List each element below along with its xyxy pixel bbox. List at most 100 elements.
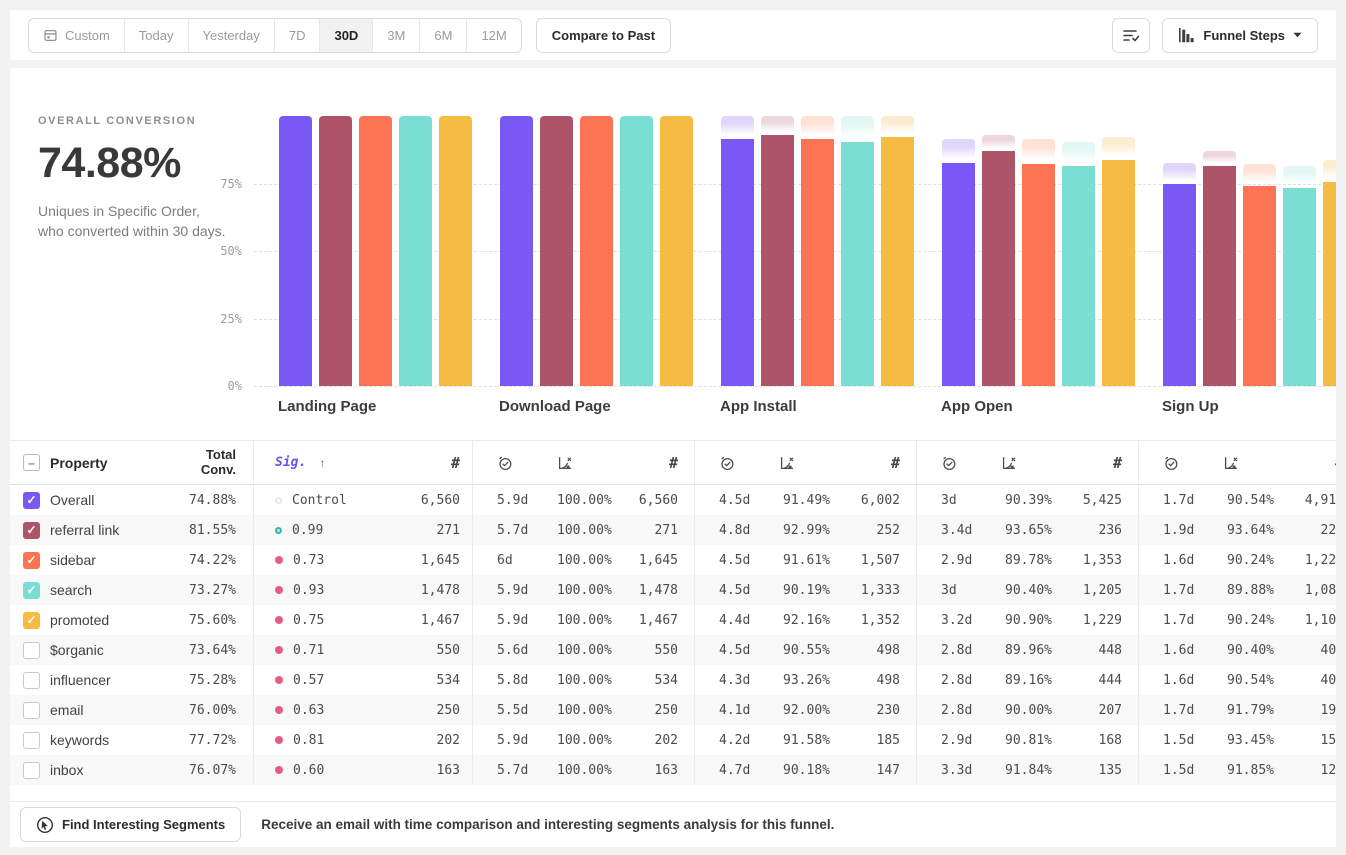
time-to-convert-value: 3.3d xyxy=(917,763,1001,778)
funnel-bar[interactable] xyxy=(500,116,533,386)
row-checkbox[interactable]: ✓ xyxy=(23,612,40,629)
time-to-convert-value: 4.2d xyxy=(695,733,779,748)
conversion-rate-value: 89.96% xyxy=(1001,643,1052,658)
funnel-bar[interactable] xyxy=(1163,184,1196,386)
step-count-value: 163 xyxy=(608,763,694,778)
funnel-steps-label: Funnel Steps xyxy=(1203,28,1285,43)
step-count-value: 1,083 xyxy=(1274,583,1336,598)
step-block: 4.1d92.00%230 xyxy=(694,695,916,725)
conversion-rate-value: 100.00% xyxy=(557,553,608,568)
row-checkbox[interactable] xyxy=(23,762,40,779)
step-count-value: 1,507 xyxy=(830,553,916,568)
funnel-bar[interactable] xyxy=(721,139,754,386)
property-name: influencer xyxy=(50,672,170,688)
conversion-rate-value: 93.45% xyxy=(1223,733,1274,748)
step-block: 5.5d100.00%250 xyxy=(472,695,694,725)
time-to-convert-column-header[interactable] xyxy=(695,455,779,471)
row-checkbox[interactable]: ✓ xyxy=(23,492,40,509)
funnel-bar[interactable] xyxy=(660,116,693,386)
funnel-bar[interactable] xyxy=(982,151,1015,386)
select-all-checkbox[interactable]: – xyxy=(23,454,40,471)
row-checkbox[interactable] xyxy=(23,672,40,689)
step-count-column-header[interactable]: # xyxy=(830,454,916,472)
step-block-header: # xyxy=(916,441,1138,484)
date-range-30d[interactable]: 30D xyxy=(319,19,372,52)
funnel-bar[interactable] xyxy=(881,137,914,386)
funnel-bar[interactable] xyxy=(580,116,613,386)
funnel-bar[interactable] xyxy=(841,142,874,386)
date-range-7d[interactable]: 7D xyxy=(274,19,320,52)
date-range-3m[interactable]: 3M xyxy=(372,19,419,52)
funnel-bar[interactable] xyxy=(1062,166,1095,386)
conversion-rate-value: 90.18% xyxy=(779,763,830,778)
sig-block: 0.57534 xyxy=(253,665,472,695)
step-count-value: 498 xyxy=(830,643,916,658)
row-checkbox-cell: ✓ xyxy=(10,582,50,599)
date-range-yesterday[interactable]: Yesterday xyxy=(188,19,274,52)
step-count-column-header[interactable]: # xyxy=(1052,454,1138,472)
time-to-convert-value: 5.9d xyxy=(473,613,557,628)
funnel-bar[interactable] xyxy=(319,116,352,386)
sig-column-header[interactable]: Sig.↑ xyxy=(254,455,377,470)
entries-count-column-header[interactable]: # xyxy=(377,454,472,472)
date-range-6m[interactable]: 6M xyxy=(419,19,466,52)
funnel-bar[interactable] xyxy=(439,116,472,386)
total-conversion-value: 75.60% xyxy=(170,613,253,628)
time-to-convert-value: 5.6d xyxy=(473,643,557,658)
find-interesting-segments-button[interactable]: Find Interesting Segments xyxy=(20,807,241,842)
time-to-convert-value: 1.7d xyxy=(1139,583,1223,598)
funnel-bar[interactable] xyxy=(1102,160,1135,386)
step-count-column-header[interactable]: # xyxy=(608,454,694,472)
row-checkbox[interactable] xyxy=(23,702,40,719)
conversion-rate-column-header[interactable] xyxy=(779,455,830,471)
funnel-bar[interactable] xyxy=(942,163,975,386)
date-range-today[interactable]: Today xyxy=(124,19,188,52)
conversion-rate-icon xyxy=(557,455,608,471)
funnel-bar[interactable] xyxy=(279,116,312,386)
step-block: 1.7d91.79%190 xyxy=(1138,695,1336,725)
funnel-bar[interactable] xyxy=(359,116,392,386)
row-checkbox[interactable]: ✓ xyxy=(23,522,40,539)
compare-to-past-button[interactable]: Compare to Past xyxy=(536,18,671,53)
funnel-bar[interactable] xyxy=(1323,182,1336,386)
step-block: 1.5d91.85%124 xyxy=(1138,755,1336,785)
funnel-bar[interactable] xyxy=(540,116,573,386)
funnel-bar[interactable] xyxy=(1243,186,1276,386)
time-to-convert-column-header[interactable] xyxy=(473,455,557,471)
funnel-steps-dropdown[interactable]: Funnel Steps xyxy=(1162,18,1318,53)
date-range-custom[interactable]: Custom xyxy=(29,19,124,52)
step-count-column-header[interactable]: # xyxy=(1274,454,1336,472)
time-to-convert-value: 5.7d xyxy=(473,763,557,778)
conversion-rate-column-header[interactable] xyxy=(1223,455,1274,471)
step-count-value: 4,912 xyxy=(1274,493,1336,508)
total-conv-column-header[interactable]: Total Conv. xyxy=(170,448,253,478)
count-icon: # xyxy=(891,454,900,472)
funnel-bar[interactable] xyxy=(1283,188,1316,386)
conversion-rate-value: 100.00% xyxy=(557,673,608,688)
time-to-convert-value: 2.8d xyxy=(917,703,1001,718)
funnel-bar[interactable] xyxy=(1022,164,1055,386)
row-checkbox[interactable]: ✓ xyxy=(23,552,40,569)
sig-value: 0.73 xyxy=(254,553,377,568)
funnel-bar[interactable] xyxy=(1203,166,1236,386)
row-checkbox[interactable] xyxy=(23,642,40,659)
funnel-report-panel: OVERALL CONVERSION 74.88% Uniques in Spe… xyxy=(10,68,1336,847)
conversion-rate-column-header[interactable] xyxy=(557,455,608,471)
time-to-convert-column-header[interactable] xyxy=(917,455,1001,471)
time-to-convert-column-header[interactable] xyxy=(1139,455,1223,471)
conversion-rate-value: 89.88% xyxy=(1223,583,1274,598)
date-range-12m[interactable]: 12M xyxy=(466,19,520,52)
row-checkbox[interactable] xyxy=(23,732,40,749)
conversion-rate-column-header[interactable] xyxy=(1001,455,1052,471)
funnel-bar[interactable] xyxy=(399,116,432,386)
property-column-header[interactable]: Property xyxy=(50,455,170,471)
time-to-convert-value: 4.5d xyxy=(695,583,779,598)
filter-list-button[interactable] xyxy=(1112,18,1150,53)
funnel-bar[interactable] xyxy=(620,116,653,386)
funnel-bar[interactable] xyxy=(801,139,834,386)
row-checkbox[interactable]: ✓ xyxy=(23,582,40,599)
time-to-convert-icon xyxy=(719,455,779,471)
sig-block: 0.71550 xyxy=(253,635,472,665)
funnel-bar[interactable] xyxy=(761,135,794,386)
funnel-bar-ghost xyxy=(982,135,1015,151)
